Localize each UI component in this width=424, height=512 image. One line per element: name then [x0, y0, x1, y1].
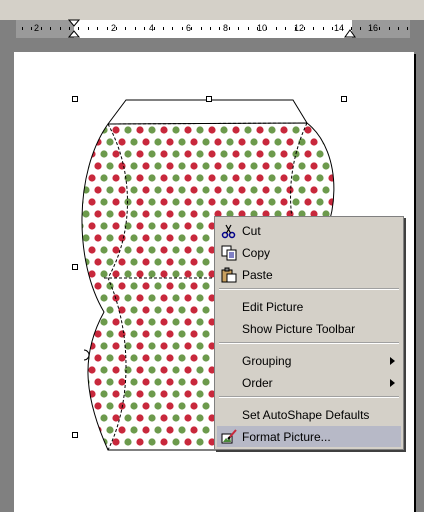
menu-item-label: Show Picture Toolbar	[242, 322, 356, 336]
toolbar-strip	[0, 0, 424, 20]
copy-icon	[221, 245, 237, 261]
menu-item-label: Grouping	[242, 354, 292, 368]
paste-icon	[221, 267, 237, 283]
ruler-tick	[135, 27, 136, 30]
ruler-number: 8	[223, 23, 229, 33]
ruler-tick	[379, 27, 380, 30]
ruler-tick	[360, 27, 361, 30]
menu-item-cut[interactable]: Cut	[217, 220, 401, 241]
ruler-tick	[248, 27, 249, 30]
ruler-tick	[266, 27, 267, 30]
resize-handle-left[interactable]	[72, 264, 78, 270]
menu-item-set-autoshape-defaults[interactable]: Set AutoShape Defaults	[217, 404, 401, 425]
ruler-tick	[191, 27, 192, 30]
right-indent-marker-icon[interactable]	[344, 25, 356, 39]
menu-item-order[interactable]: Order	[217, 372, 401, 393]
ruler-tick	[144, 27, 145, 30]
menu-item-label: Paste	[242, 268, 273, 282]
submenu-arrow-icon	[390, 357, 395, 365]
ruler-tick	[107, 27, 108, 30]
ruler-tick	[154, 27, 155, 30]
submenu-arrow-icon	[390, 379, 395, 387]
indent-marker-icon[interactable]	[68, 19, 80, 39]
ruler-tick	[257, 27, 258, 30]
menu-item-label: Cut	[242, 224, 261, 238]
ruler-tick	[398, 27, 399, 30]
ruler-tick	[332, 27, 333, 30]
ruler-tick	[201, 27, 202, 30]
resize-handle-top-right[interactable]	[341, 96, 347, 102]
menu-item-copy[interactable]: Copy	[217, 242, 401, 263]
ruler-tick	[389, 27, 390, 30]
menu-item-format-picture[interactable]: Format Picture...	[217, 426, 401, 447]
ruler-tick	[41, 27, 42, 30]
context-menu[interactable]: Cut Copy Paste Edit Picture Show Picture…	[214, 216, 404, 450]
menu-item-label: Set AutoShape Defaults	[242, 408, 370, 422]
menu-separator	[219, 288, 399, 290]
menu-item-grouping[interactable]: Grouping	[217, 350, 401, 371]
ruler-tick	[219, 27, 220, 30]
ruler-tick	[210, 27, 211, 30]
ruler-tick	[285, 27, 286, 30]
menu-item-label: Order	[242, 376, 273, 390]
resize-handle-top[interactable]	[206, 96, 212, 102]
ruler-tick	[163, 27, 164, 30]
ruler-tick	[50, 27, 51, 30]
ruler-tick	[276, 27, 277, 30]
ruler-tick	[304, 27, 305, 30]
ruler-tick	[238, 27, 239, 30]
menu-separator	[219, 342, 399, 344]
ruler-tick	[407, 27, 408, 30]
ruler-tick	[31, 27, 32, 30]
menu-separator	[219, 396, 399, 398]
menu-item-show-picture-toolbar[interactable]: Show Picture Toolbar	[217, 318, 401, 339]
ruler-tick	[323, 27, 324, 30]
ruler-left-margin	[16, 20, 74, 38]
ruler-tick	[182, 27, 183, 30]
menu-item-label: Format Picture...	[242, 430, 331, 444]
ruler-tick	[295, 27, 296, 30]
menu-item-edit-picture[interactable]: Edit Picture	[217, 296, 401, 317]
scissors-icon	[221, 224, 236, 239]
menu-item-label: Edit Picture	[242, 300, 304, 314]
horizontal-ruler[interactable]: 2 2 4 6 8 10 12 14 16	[16, 19, 410, 39]
resize-handle-bottom-left[interactable]	[72, 432, 78, 438]
ruler-tick	[342, 27, 343, 30]
ruler-tick	[313, 27, 314, 30]
ruler-tick	[60, 27, 61, 30]
ruler-tick	[370, 27, 371, 30]
ruler-tick	[97, 27, 98, 30]
ruler-tick	[172, 27, 173, 30]
ruler-tick	[116, 27, 117, 30]
resize-handle-top-left[interactable]	[72, 96, 78, 102]
ruler-tick	[229, 27, 230, 30]
format-picture-icon	[221, 429, 237, 444]
ruler-number: 2	[34, 23, 40, 33]
ruler-tick	[88, 27, 89, 30]
ruler-tick	[22, 27, 23, 30]
menu-item-label: Copy	[242, 246, 271, 260]
menu-item-paste[interactable]: Paste	[217, 264, 401, 285]
ruler-tick	[125, 27, 126, 30]
